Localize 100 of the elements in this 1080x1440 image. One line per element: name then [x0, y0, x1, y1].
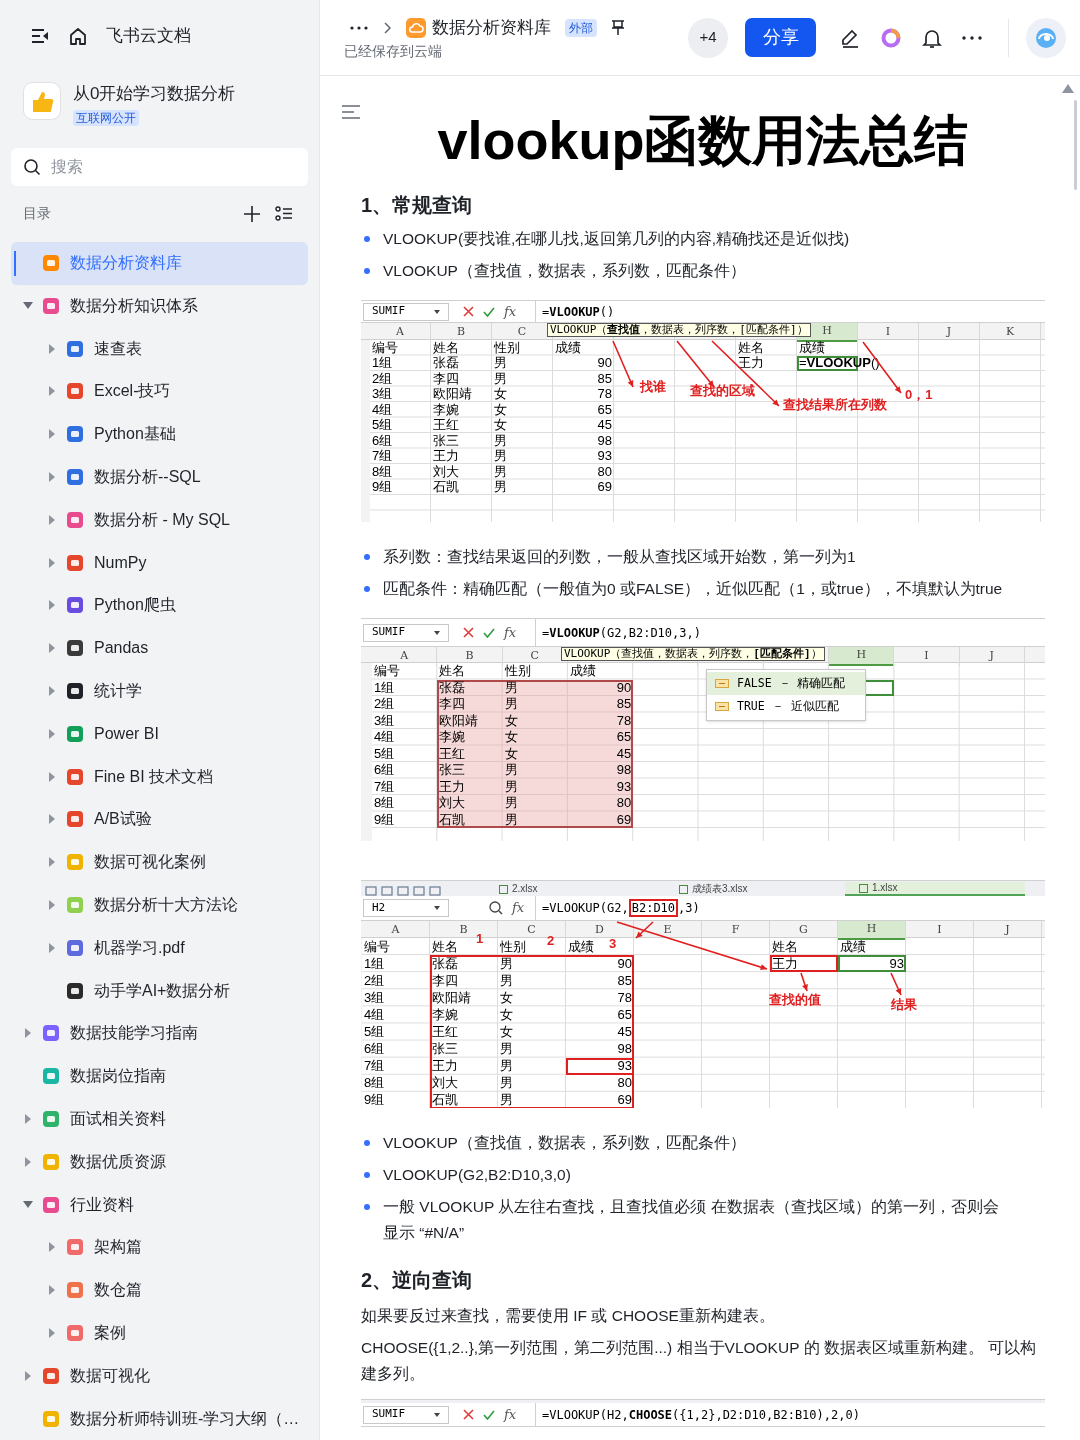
tree-item[interactable]: 速查表	[0, 327, 319, 371]
caret-right-icon[interactable]	[24, 1156, 32, 1167]
tree-item[interactable]: 数仓篇	[0, 1268, 319, 1312]
menu-item[interactable]: FALSE － 精确匹配	[707, 672, 865, 695]
tree-item[interactable]: 数据优质资源	[0, 1140, 319, 1184]
tree-item[interactable]: Power BI	[0, 712, 319, 756]
caret-right-icon[interactable]	[48, 728, 56, 739]
table-cell: 98	[616, 763, 632, 778]
caret-right-icon[interactable]	[48, 514, 56, 525]
function-label[interactable]: fx	[504, 1404, 517, 1425]
formula-field[interactable]: =VLOOKUP()	[535, 301, 1045, 322]
table-cell: 张磊	[433, 356, 459, 371]
caret-right-icon[interactable]	[48, 1242, 56, 1253]
tree-item[interactable]: Python爬虫	[0, 584, 319, 627]
tree-item[interactable]: 案例	[0, 1311, 319, 1355]
more-icon[interactable]	[962, 35, 982, 40]
caret-right-icon[interactable]	[48, 1285, 56, 1296]
tree-item[interactable]: Excel-技巧	[0, 370, 319, 413]
toolbar-icon[interactable]	[365, 886, 377, 896]
caret-right-icon[interactable]	[48, 557, 56, 568]
avatar-icon[interactable]	[1026, 17, 1066, 58]
caret-right-icon[interactable]	[48, 472, 56, 483]
scrollbar-thumb[interactable]	[1074, 100, 1077, 190]
list-icon[interactable]	[275, 204, 293, 223]
function-label[interactable]: fx	[512, 898, 525, 918]
name-box[interactable]: SUMIF	[363, 623, 449, 642]
caret-right-icon[interactable]	[48, 942, 56, 953]
tree-item[interactable]: 动手学AI+数据分析	[0, 969, 319, 1013]
name-box[interactable]: SUMIF	[363, 302, 449, 321]
tree-item[interactable]: A/B试验	[0, 798, 319, 841]
formula-field[interactable]: =VLOOKUP(G2,B2:D10,3,)	[535, 619, 1045, 646]
tree-item[interactable]: 数据可视化	[0, 1354, 319, 1398]
caret-right-icon[interactable]	[48, 771, 56, 782]
formula-field[interactable]: =VLOOKUP(G2, B2:D10 ,3)	[535, 896, 1045, 920]
cancel-icon[interactable]	[463, 306, 474, 317]
tree-item[interactable]: NumPy	[0, 541, 319, 585]
caret-right-icon[interactable]	[24, 1114, 32, 1125]
tree-item[interactable]: Python基础	[0, 412, 319, 456]
caret-right-icon[interactable]	[24, 1028, 32, 1039]
file-tab[interactable]: 2.xlsx	[485, 882, 665, 896]
caret-down-icon[interactable]	[23, 1200, 33, 1209]
toolbar-icon[interactable]	[413, 886, 425, 896]
tree-item[interactable]: 机器学习.pdf	[0, 926, 319, 970]
caret-right-icon[interactable]	[48, 600, 56, 611]
tree-item[interactable]: 数据分析 - My SQL	[0, 498, 319, 542]
function-label[interactable]: fx	[504, 301, 517, 322]
name-box[interactable]: H2	[363, 899, 449, 917]
caret-right-icon[interactable]	[48, 343, 56, 354]
cancel-icon[interactable]	[463, 627, 474, 638]
menu-item[interactable]: TRUE － 近似匹配	[707, 695, 865, 718]
caret-right-icon[interactable]	[48, 429, 56, 440]
check-icon[interactable]	[483, 306, 495, 317]
toolbar-icon[interactable]	[429, 886, 441, 896]
caret-right-icon[interactable]	[48, 900, 56, 911]
share-button[interactable]: 分享	[745, 18, 816, 57]
caret-down-icon[interactable]	[23, 301, 33, 310]
tree-item[interactable]: 架构篇	[0, 1226, 319, 1269]
scroll-up-icon[interactable]	[1062, 84, 1074, 93]
formula-field[interactable]: =VLOOKUP(H2,CHOOSE({1,2},D2:D10,B2:B10),2,0)	[535, 1403, 1045, 1426]
tree-item[interactable]: 数据分析师特训班-学习大纲（…	[0, 1397, 319, 1440]
pin-icon[interactable]	[611, 19, 625, 36]
collaborators-count[interactable]: +4	[688, 17, 728, 58]
add-icon[interactable]	[243, 204, 261, 223]
check-icon[interactable]	[483, 627, 495, 638]
outline-menu-icon[interactable]	[342, 105, 360, 119]
caret-right-icon[interactable]	[48, 1328, 56, 1338]
file-tab[interactable]: 成绩表3.xlsx	[665, 882, 845, 896]
cancel-icon[interactable]	[463, 1409, 474, 1420]
tree-item[interactable]: 数据分析十大方法论	[0, 883, 319, 927]
more-icon[interactable]	[350, 25, 368, 30]
caret-right-icon[interactable]	[48, 857, 56, 868]
search-field[interactable]: 搜索	[11, 147, 308, 186]
file-tab[interactable]: 1.xlsx	[845, 882, 1025, 896]
caret-right-icon[interactable]	[48, 386, 56, 397]
collapse-sidebar-icon[interactable]	[30, 27, 50, 44]
home-icon[interactable]	[68, 25, 88, 46]
tree-item[interactable]: 行业资料	[0, 1183, 319, 1227]
tree-item[interactable]: 数据岗位指南	[0, 1054, 319, 1098]
check-icon[interactable]	[483, 1409, 495, 1420]
tree-item[interactable]: 面试相关资料	[0, 1097, 319, 1141]
breadcrumb-link[interactable]: 数据分析资料库	[432, 14, 551, 41]
table-cell: 王力	[772, 956, 798, 971]
caret-right-icon[interactable]	[24, 1370, 32, 1381]
ring-icon[interactable]	[880, 26, 902, 49]
tree-item[interactable]: Pandas	[0, 626, 319, 670]
zoom-icon[interactable]	[489, 901, 503, 915]
tree-item[interactable]: 数据分析--SQL	[0, 455, 319, 499]
tree-item[interactable]: 数据分析知识体系	[0, 284, 319, 328]
tree-item[interactable]: 数据技能学习指南	[0, 1012, 319, 1055]
toolbar-icon[interactable]	[397, 886, 409, 896]
caret-right-icon[interactable]	[48, 686, 56, 697]
tree-item[interactable]: Fine BI 技术文档	[0, 755, 319, 799]
edit-icon[interactable]	[840, 27, 860, 48]
caret-right-icon[interactable]	[48, 643, 56, 654]
function-label[interactable]: fx	[504, 622, 517, 643]
tree-item[interactable]: 统计学	[0, 669, 319, 713]
caret-right-icon[interactable]	[48, 814, 56, 825]
tree-item[interactable]: 数据可视化案例	[0, 840, 319, 884]
name-box[interactable]: SUMIF	[363, 1405, 449, 1424]
toolbar-icon[interactable]	[381, 886, 393, 896]
